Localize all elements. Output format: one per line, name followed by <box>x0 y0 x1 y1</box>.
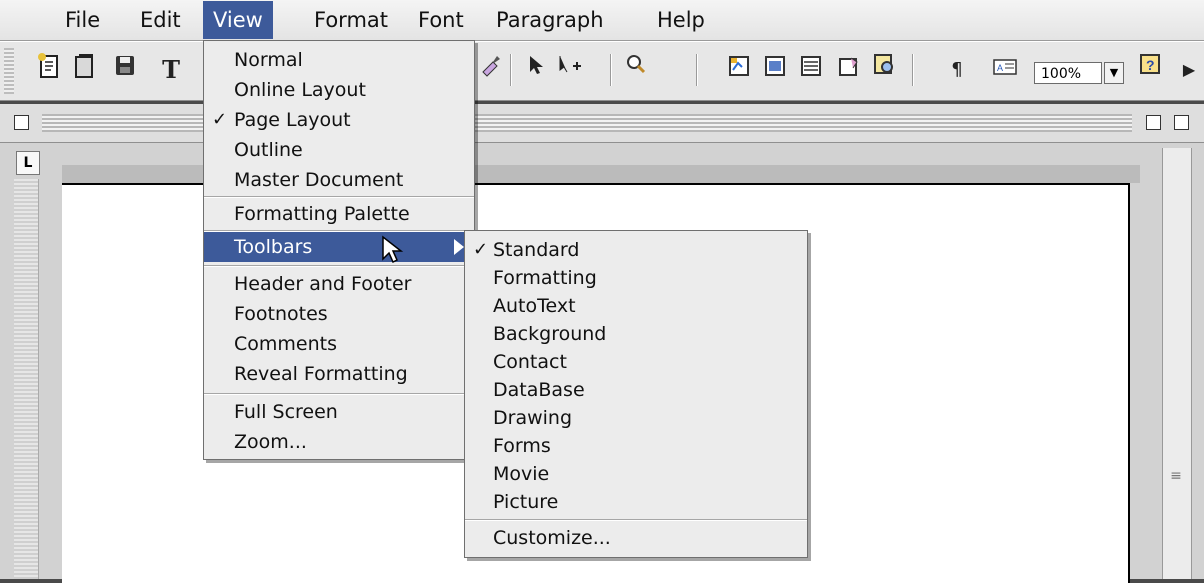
toolbar-separator <box>610 54 612 86</box>
menu-view[interactable]: View <box>203 1 273 39</box>
menu-item-full-screen[interactable]: Full Screen <box>204 397 474 427</box>
submenu-item-database[interactable]: DataBase <box>465 375 807 405</box>
zoom-field[interactable]: 100% <box>1034 62 1102 84</box>
menu-item-zoom[interactable]: Zoom... <box>204 427 474 457</box>
submenu-item-background[interactable]: Background <box>465 319 807 349</box>
vertical-scrollbar[interactable] <box>1162 148 1192 579</box>
toolbar-separator <box>912 54 914 86</box>
submenu-item-contact[interactable]: Contact <box>465 347 807 377</box>
submenu-item-movie[interactable]: Movie <box>465 459 807 489</box>
menu-help[interactable]: Help <box>647 0 715 40</box>
menu-edit[interactable]: Edit <box>130 0 191 40</box>
text-icon[interactable]: T <box>156 52 186 88</box>
menu-item-page-layout[interactable]: ✓ Page Layout <box>204 105 474 135</box>
find-icon[interactable] <box>870 52 900 88</box>
submenu-item-picture[interactable]: Picture <box>465 487 807 517</box>
checkmark-icon: ✓ <box>473 239 489 260</box>
menu-separator <box>204 393 474 395</box>
menu-separator <box>204 196 474 198</box>
svg-text:?: ? <box>1146 57 1155 73</box>
menu-paragraph[interactable]: Paragraph <box>486 0 614 40</box>
vertical-ruler <box>14 179 39 579</box>
lines-icon[interactable] <box>796 52 826 88</box>
menu-item-outline[interactable]: Outline <box>204 135 474 165</box>
open-icon[interactable] <box>70 52 100 88</box>
scroll-thumb-grip-icon[interactable]: ≡ <box>1166 468 1186 494</box>
paragraph-mark-icon[interactable]: ¶ <box>942 52 972 88</box>
submenu-item-formatting[interactable]: Formatting <box>465 263 807 293</box>
menu-file[interactable]: File <box>55 0 110 40</box>
menu-item-header-and-footer[interactable]: Header and Footer <box>204 269 474 299</box>
more-icon[interactable]: ▶ <box>1174 52 1204 88</box>
mouse-cursor-icon <box>382 235 404 264</box>
toolbars-submenu: ✓ Standard Formatting AutoText Backgroun… <box>464 230 808 558</box>
save-icon[interactable] <box>110 52 140 88</box>
submenu-item-autotext[interactable]: AutoText <box>465 291 807 321</box>
menu-item-footnotes[interactable]: Footnotes <box>204 299 474 329</box>
menu-item-comments[interactable]: Comments <box>204 329 474 359</box>
submenu-arrow-icon <box>454 239 464 255</box>
checkmark-icon: ✓ <box>212 109 228 130</box>
menu-font[interactable]: Font <box>408 0 474 40</box>
view-menu: Normal Online Layout ✓ Page Layout Outli… <box>203 40 475 460</box>
toolbar-grip[interactable] <box>4 48 14 94</box>
standard-toolbar: T ¶ A 100% ▼ ? ▶ <box>0 41 1204 101</box>
collapse-box-icon[interactable] <box>1174 115 1189 130</box>
menu-item-toolbars[interactable]: Toolbars <box>204 232 474 262</box>
menu-item-reveal-formatting[interactable]: Reveal Formatting <box>204 359 474 389</box>
columns-icon[interactable] <box>760 52 790 88</box>
document-title-bar <box>0 104 1204 143</box>
menu-item-master-document[interactable]: Master Document <box>204 165 474 195</box>
submenu-item-forms[interactable]: Forms <box>465 431 807 461</box>
submenu-item-drawing[interactable]: Drawing <box>465 403 807 433</box>
submenu-item-standard[interactable]: ✓ Standard <box>465 235 807 265</box>
help-icon[interactable]: ? <box>1136 52 1166 88</box>
zoom-box-icon[interactable] <box>1146 115 1161 130</box>
pointer-icon[interactable] <box>522 52 552 88</box>
menu-item-normal[interactable]: Normal <box>204 45 474 75</box>
menu-bar: File Edit View Format Font Paragraph Hel… <box>0 0 1204 41</box>
zoom-icon[interactable] <box>622 52 652 88</box>
zoom-dropdown-button[interactable]: ▼ <box>1104 62 1124 84</box>
submenu-item-customize[interactable]: Customize... <box>465 523 807 553</box>
toolbar-separator <box>510 54 512 86</box>
menu-separator <box>204 265 474 267</box>
table-icon[interactable] <box>724 52 754 88</box>
menu-item-online-layout[interactable]: Online Layout <box>204 75 474 105</box>
text-box-icon[interactable]: A <box>990 52 1020 88</box>
close-box-icon[interactable] <box>14 115 29 130</box>
menu-separator <box>465 519 807 521</box>
new-document-icon[interactable] <box>34 52 64 88</box>
move-icon[interactable] <box>556 52 586 88</box>
toolbar-separator <box>696 54 698 86</box>
svg-text:A: A <box>997 63 1003 73</box>
menu-format[interactable]: Format <box>304 0 398 40</box>
tab-stop-button[interactable]: L <box>16 151 40 175</box>
chart-icon[interactable] <box>834 52 864 88</box>
format-painter-icon[interactable] <box>476 52 506 88</box>
menu-item-formatting-palette[interactable]: Formatting Palette <box>204 199 474 229</box>
